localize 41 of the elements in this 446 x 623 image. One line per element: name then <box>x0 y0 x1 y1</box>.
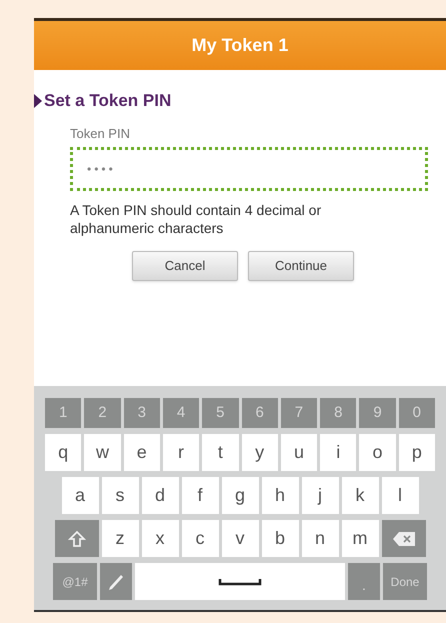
letter-key[interactable]: t <box>202 434 238 471</box>
letter-key[interactable]: o <box>359 434 396 471</box>
handwriting-key[interactable] <box>100 563 132 600</box>
letter-key[interactable]: j <box>302 477 338 514</box>
pin-value: •••• <box>87 161 116 178</box>
backspace-key[interactable] <box>382 520 426 557</box>
letter-key[interactable]: n <box>302 520 338 557</box>
letter-key[interactable]: m <box>342 520 378 557</box>
pen-icon <box>108 572 124 590</box>
letter-key[interactable]: v <box>222 520 258 557</box>
header-title: My Token 1 <box>192 34 288 57</box>
space-icon <box>218 578 262 586</box>
letter-key[interactable]: b <box>262 520 298 557</box>
letter-key[interactable]: i <box>320 434 356 471</box>
letter-key[interactable]: r <box>162 434 200 471</box>
letter-key[interactable]: c <box>182 520 218 557</box>
pin-field[interactable]: •••• <box>70 147 428 191</box>
letter-key[interactable]: e <box>124 434 160 471</box>
dialog-button[interactable]: Continue <box>248 251 354 281</box>
letter-key[interactable]: w <box>84 434 121 471</box>
letter-key[interactable]: s <box>102 477 138 514</box>
letter-key[interactable]: k <box>342 477 378 514</box>
letter-key[interactable]: l <box>382 477 418 514</box>
backspace-icon <box>392 530 416 546</box>
letter-key[interactable]: a <box>62 477 98 514</box>
letter-key[interactable]: y <box>242 434 278 471</box>
letter-key[interactable]: f <box>182 477 218 514</box>
dialog-button[interactable]: Cancel <box>132 251 238 281</box>
section-title[interactable]: Set a Token PIN <box>44 88 172 114</box>
letter-key[interactable]: x <box>142 520 178 557</box>
shift-key[interactable] <box>54 520 98 557</box>
letter-key[interactable]: q <box>45 434 82 471</box>
letter-key[interactable]: g <box>222 477 258 514</box>
letter-key[interactable]: p <box>398 434 435 471</box>
hint-text: A Token PIN should contain 4 decimal or alphanumeric characters <box>70 201 322 237</box>
letter-key[interactable]: z <box>102 520 138 557</box>
letter-key[interactable]: u <box>280 434 318 471</box>
field-label: Token PIN <box>70 124 131 142</box>
shift-icon <box>68 530 86 548</box>
letter-key[interactable]: h <box>262 477 298 514</box>
letter-key[interactable]: d <box>142 477 178 514</box>
